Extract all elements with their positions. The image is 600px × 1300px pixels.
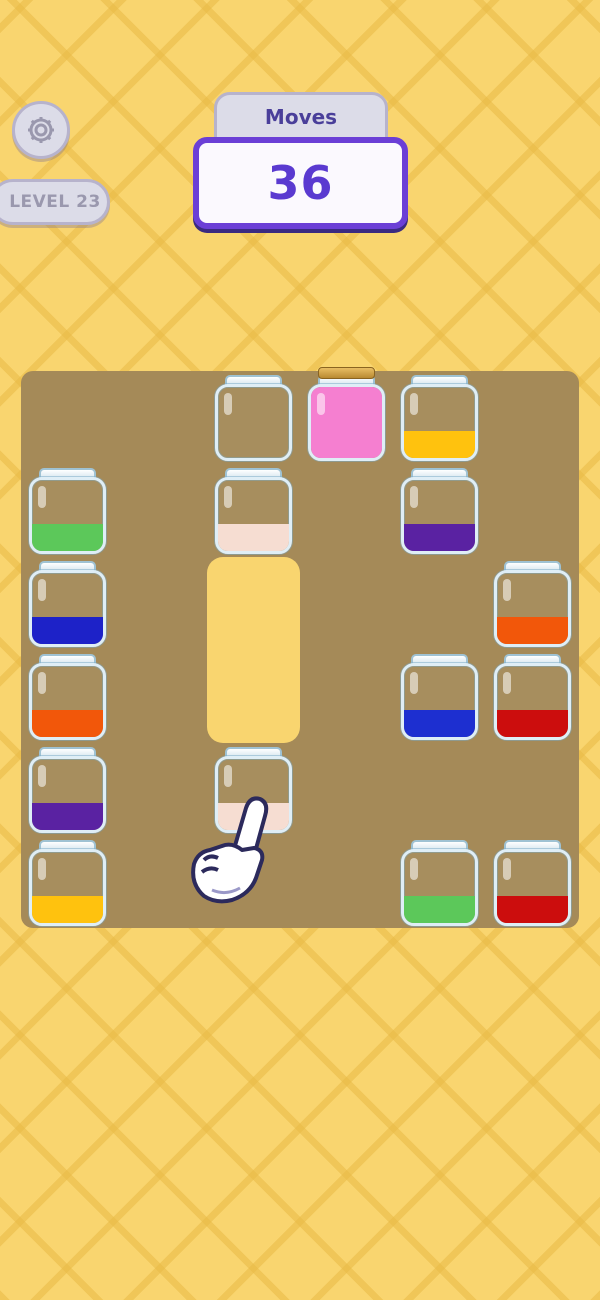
jar-liquid <box>404 896 475 923</box>
jar-liquid <box>32 803 103 830</box>
moves-header: Moves <box>214 92 388 142</box>
jar-body <box>401 477 478 554</box>
jar-body <box>494 663 571 740</box>
level-label: LEVEL 23 <box>9 192 101 212</box>
jar-body <box>494 849 571 926</box>
board-hole <box>207 557 300 743</box>
jar-body <box>29 477 106 554</box>
jar-shine <box>38 486 46 508</box>
jar-liquid <box>497 896 568 923</box>
jar-body <box>401 663 478 740</box>
jar-shine <box>410 858 418 880</box>
jar-r5-c4[interactable] <box>401 840 478 926</box>
jar-r0-c2[interactable] <box>215 375 292 461</box>
jar-r5-c5[interactable] <box>494 840 571 926</box>
jar-r2-c0[interactable] <box>29 561 106 647</box>
jar-shine <box>38 579 46 601</box>
jar-liquid <box>32 617 103 644</box>
jar-shine <box>38 765 46 787</box>
jar-liquid <box>497 617 568 644</box>
jar-shine <box>410 672 418 694</box>
jar-shine <box>410 393 418 415</box>
moves-label: Moves <box>264 105 338 129</box>
jar-r1-c0[interactable] <box>29 468 106 554</box>
jar-cork <box>318 367 375 379</box>
jar-r5-c0[interactable] <box>29 840 106 926</box>
jar-body <box>29 570 106 647</box>
jar-body <box>215 384 292 461</box>
moves-counter: 36 <box>193 137 408 229</box>
settings-button[interactable] <box>12 101 70 159</box>
jar-shine <box>224 393 232 415</box>
jar-body <box>308 384 385 461</box>
jar-shine <box>224 765 232 787</box>
jar-r1-c2[interactable] <box>215 468 292 554</box>
jar-body <box>29 663 106 740</box>
jar-r2-c5[interactable] <box>494 561 571 647</box>
jar-body <box>29 756 106 833</box>
jar-r3-c0[interactable] <box>29 654 106 740</box>
jar-liquid <box>32 710 103 737</box>
jar-r1-c4[interactable] <box>401 468 478 554</box>
jar-r0-c3[interactable] <box>308 367 385 461</box>
level-badge: LEVEL 23 <box>0 179 110 225</box>
jar-body <box>29 849 106 926</box>
jar-r3-c5[interactable] <box>494 654 571 740</box>
jar-shine <box>503 579 511 601</box>
moves-value: 36 <box>267 156 334 210</box>
game-board <box>21 367 579 928</box>
jar-shine <box>224 486 232 508</box>
jar-shine <box>317 393 325 415</box>
jar-body <box>401 849 478 926</box>
jar-r3-c4[interactable] <box>401 654 478 740</box>
jar-shine <box>38 858 46 880</box>
jar-shine <box>503 858 511 880</box>
jar-liquid <box>497 710 568 737</box>
jar-shine <box>410 486 418 508</box>
jar-liquid <box>218 524 289 551</box>
jar-liquid <box>404 524 475 551</box>
jar-shine <box>38 672 46 694</box>
jar-body <box>494 570 571 647</box>
jar-liquid <box>404 431 475 458</box>
jar-liquid <box>404 710 475 737</box>
jar-r4-c0[interactable] <box>29 747 106 833</box>
jar-body <box>401 384 478 461</box>
jar-shine <box>503 672 511 694</box>
jar-liquid <box>32 896 103 923</box>
jar-liquid <box>32 524 103 551</box>
jar-body <box>215 477 292 554</box>
jar-r0-c4[interactable] <box>401 375 478 461</box>
gear-icon <box>28 117 54 143</box>
pointing-hand-icon <box>191 796 269 904</box>
